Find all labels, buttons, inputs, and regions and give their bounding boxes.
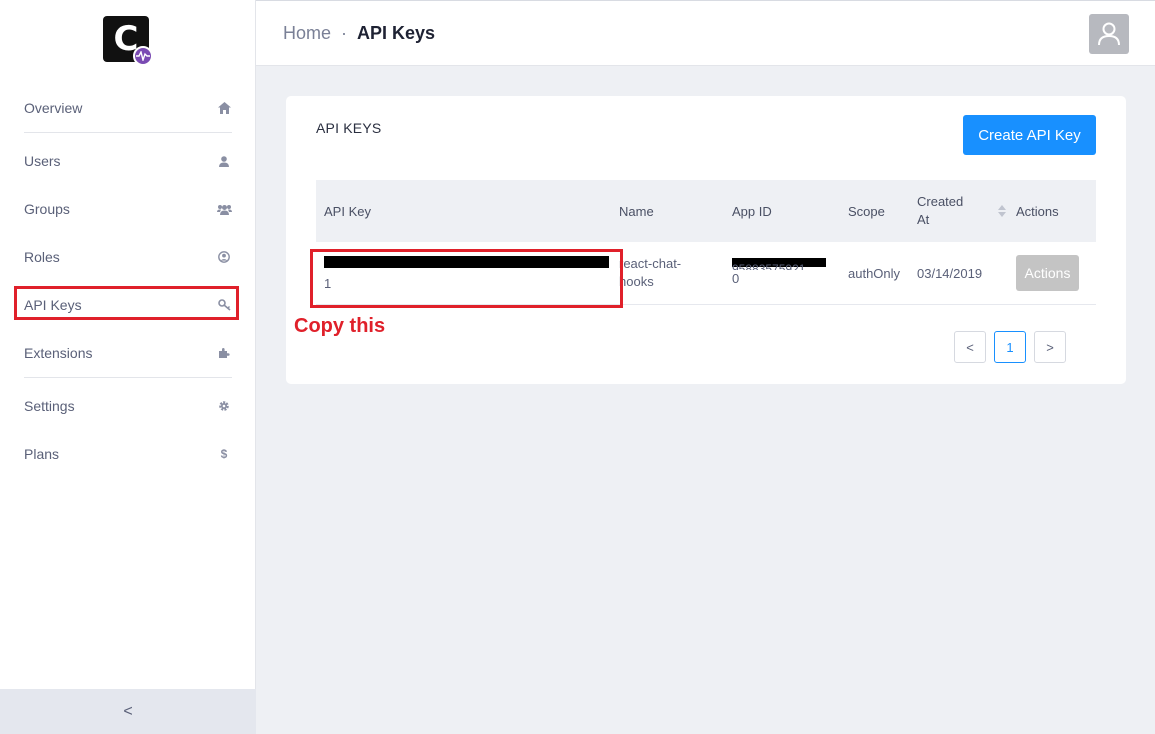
user-circle-icon	[216, 249, 232, 265]
nav-divider	[24, 132, 232, 133]
page-title: API Keys	[357, 23, 436, 43]
pulse-icon	[133, 46, 153, 66]
sidebar-item-label: Roles	[24, 249, 60, 265]
name-line-2: hooks	[619, 274, 654, 289]
name-line-1: react-chat-	[619, 256, 682, 271]
sidebar-item-label: Settings	[24, 398, 75, 414]
breadcrumb-home[interactable]: Home	[283, 23, 331, 44]
api-keys-card: API KEYS Create API Key API Key Name App…	[286, 96, 1126, 384]
column-header-scope: Scope	[848, 203, 885, 219]
sidebar-item-api-keys[interactable]: API Keys	[24, 281, 232, 329]
cell-api-key[interactable]: 1	[316, 255, 619, 291]
table-row: 1 react-chat- hooks 95883575921 0 authOn…	[316, 242, 1096, 305]
annotation-copy-note: Copy this	[294, 315, 386, 337]
row-actions-button[interactable]: Actions	[1016, 255, 1079, 291]
cell-actions: Actions	[1016, 255, 1096, 291]
top-header: Home · API Keys	[256, 0, 1155, 66]
table-header: API Key Name App ID Scope Created At Act…	[316, 180, 1096, 242]
sidebar-item-plans[interactable]: Plans $	[24, 430, 232, 478]
pagination-prev-button[interactable]: <	[954, 331, 986, 363]
cell-scope: authOnly	[848, 265, 901, 281]
sidebar-item-users[interactable]: Users	[24, 137, 232, 185]
sidebar-item-label: Overview	[24, 100, 83, 116]
sidebar-item-settings[interactable]: Settings	[24, 382, 232, 430]
sidebar-nav: Overview Users Groups Roles API Keys Ext…	[24, 84, 232, 478]
avatar[interactable]	[1089, 14, 1129, 54]
nav-divider	[24, 377, 232, 378]
user-avatar-icon	[1098, 22, 1120, 46]
redacted-api-key	[324, 255, 609, 268]
cell-created-at: 03/14/2019	[917, 265, 983, 281]
pagination-next-button[interactable]: >	[1034, 331, 1066, 363]
user-icon	[216, 153, 232, 169]
app-id-line-1: 95883575921	[732, 263, 806, 270]
card-title: API KEYS	[316, 120, 382, 136]
sidebar-item-label: Extensions	[24, 345, 93, 361]
sidebar-item-overview[interactable]: Overview	[24, 84, 232, 132]
users-icon	[216, 201, 232, 217]
breadcrumb: Home · API Keys	[283, 23, 435, 44]
sort-icon[interactable]	[998, 205, 1006, 217]
sidebar-item-groups[interactable]: Groups	[24, 185, 232, 233]
home-icon	[216, 100, 232, 116]
column-header-created-at[interactable]: Created At	[917, 193, 1016, 229]
column-header-name: Name	[619, 203, 654, 219]
pagination-page-1[interactable]: 1	[994, 331, 1026, 363]
sidebar-item-label: Groups	[24, 201, 70, 217]
sidebar-item-label: Plans	[24, 446, 60, 462]
created-at-label-2: At	[917, 212, 930, 227]
sidebar-item-extensions[interactable]: Extensions	[24, 329, 232, 377]
app-id-line-2: 0	[732, 271, 740, 286]
column-header-actions: Actions	[1016, 203, 1059, 219]
puzzle-icon	[216, 345, 232, 361]
create-api-key-button[interactable]: Create API Key	[963, 115, 1096, 155]
app-logo[interactable]: C	[103, 16, 153, 66]
chevron-left-icon: <	[966, 339, 974, 355]
dollar-icon: $	[220, 447, 228, 461]
sidebar-item-label: Users	[24, 153, 61, 169]
sidebar-collapse-button[interactable]: <	[0, 689, 256, 734]
column-header-api-key: API Key	[324, 203, 371, 219]
cell-app-id: 95883575921 0	[732, 258, 848, 288]
breadcrumb-separator: ·	[341, 23, 348, 43]
api-keys-table: API Key Name App ID Scope Created At Act…	[316, 180, 1096, 305]
key-icon	[216, 297, 232, 313]
cell-name: react-chat- hooks	[619, 255, 732, 291]
chevron-right-icon: >	[1046, 339, 1054, 355]
sidebar-item-roles[interactable]: Roles	[24, 233, 232, 281]
sidebar-item-label: API Keys	[24, 297, 82, 313]
api-key-tail: 1	[324, 275, 332, 291]
sidebar: C Overview Users Groups Roles API Keys E…	[0, 0, 256, 734]
gear-icon	[216, 398, 232, 414]
chevron-left-icon: <	[123, 702, 133, 720]
column-header-app-id: App ID	[732, 203, 772, 219]
pagination: < 1 >	[954, 331, 1066, 363]
created-at-label-1: Created	[917, 194, 964, 209]
